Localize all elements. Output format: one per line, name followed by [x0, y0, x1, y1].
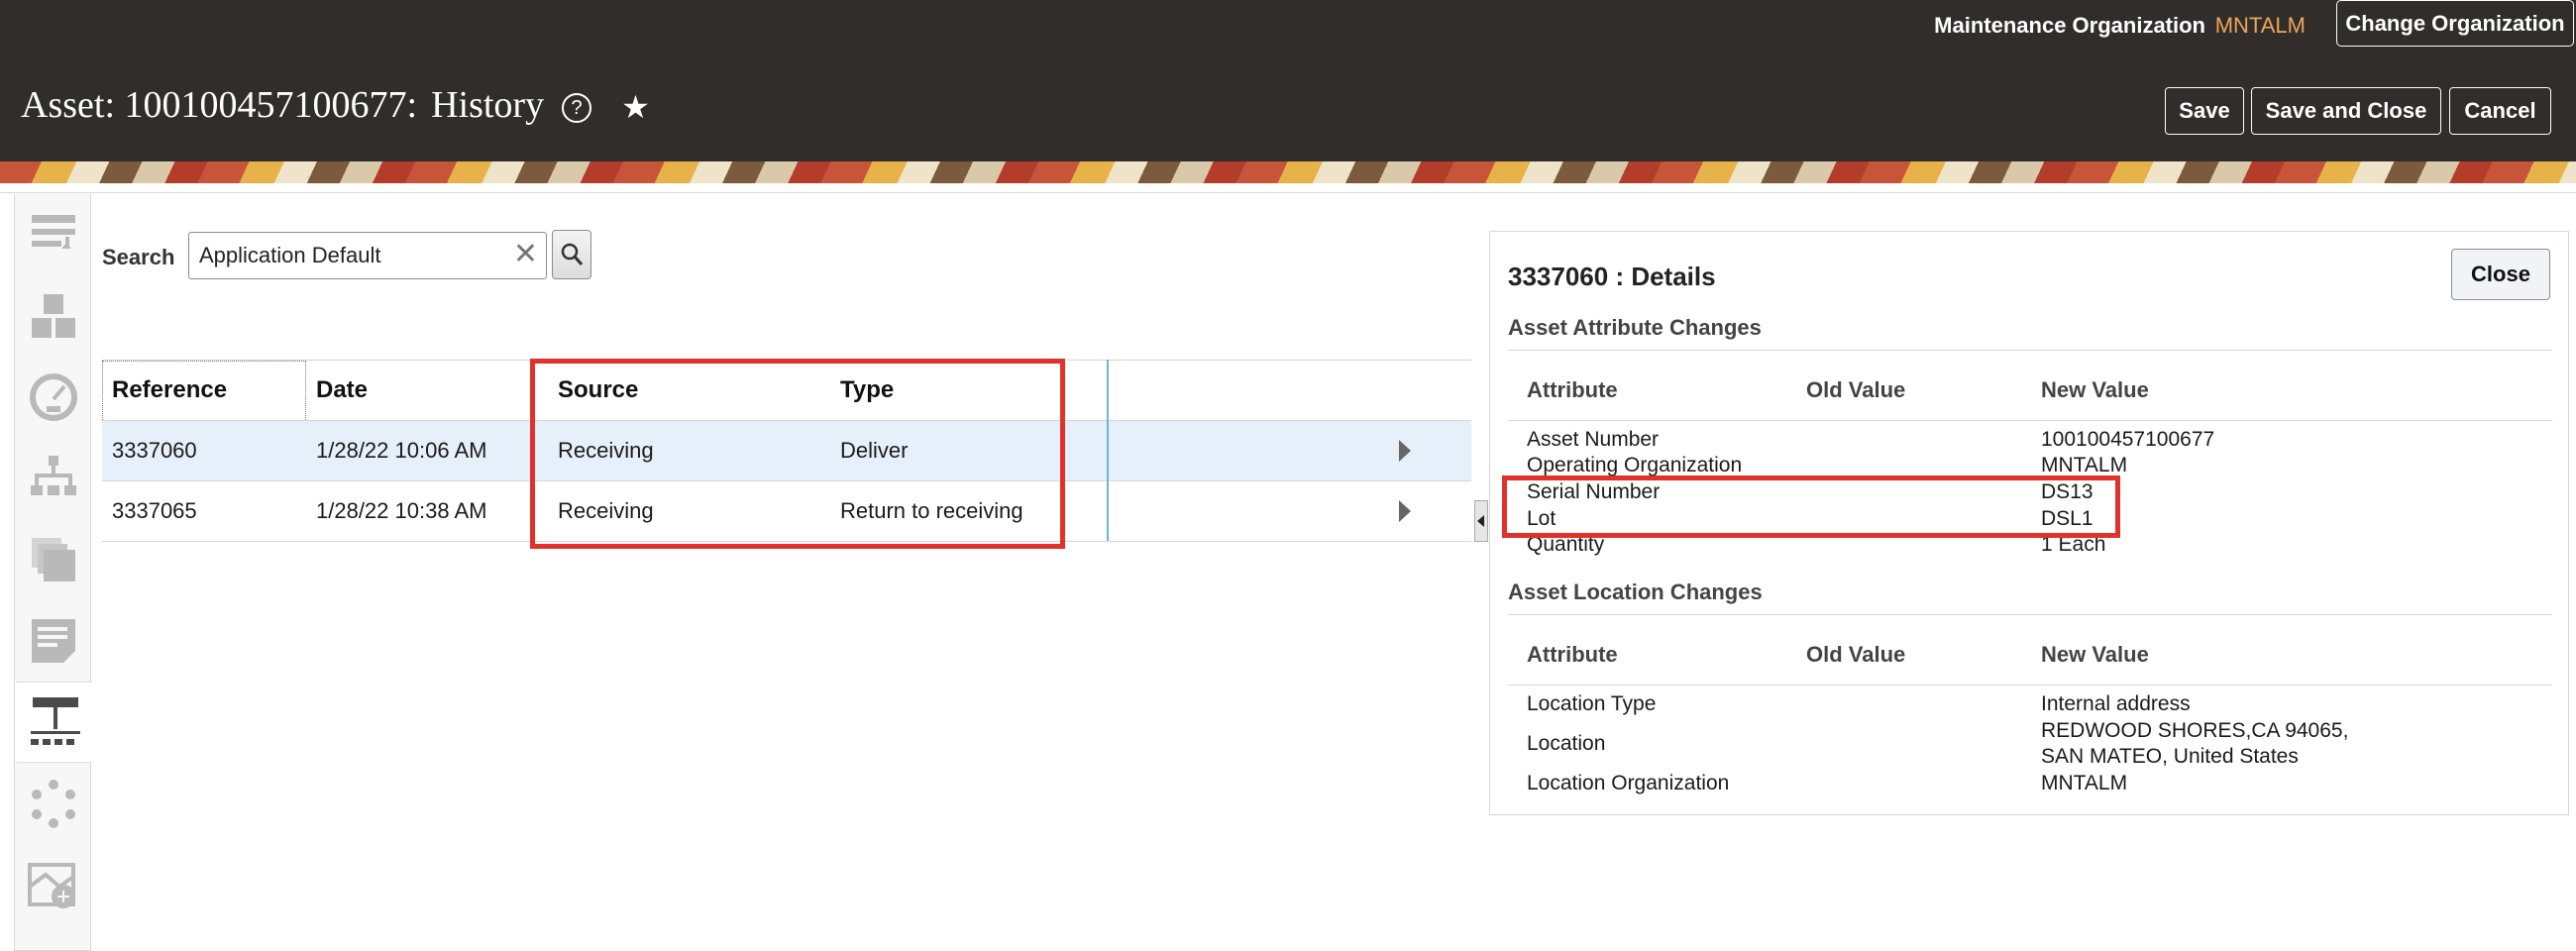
search-label: Search: [102, 245, 175, 269]
details-title: 3337060 : Details: [1508, 262, 1716, 291]
banner-divider: [0, 192, 2576, 193]
favorite-star-icon[interactable]: ★: [621, 88, 650, 126]
rail-item-structure[interactable]: [15, 275, 92, 357]
attr-location: Location: [1527, 732, 1606, 755]
table-header: Reference Date Source Type: [102, 360, 1471, 422]
app-header: Maintenance Organization MNTALM Change O…: [0, 0, 2576, 161]
col-header-attribute: Attribute: [1527, 642, 1618, 667]
page-title-history: History: [431, 84, 545, 126]
new-serial-number: DS13: [2041, 480, 2093, 503]
cell-source: Receiving: [558, 498, 654, 523]
maintenance-cycle-icon: [32, 780, 75, 828]
page-title-asset: Asset: 100100457100677:: [21, 84, 418, 126]
attr-quantity: Quantity: [1527, 533, 1605, 556]
expand-arrow-icon[interactable]: [1390, 481, 1420, 541]
new-location-line1: REDWOOD SHORES,CA 94065,: [2041, 719, 2349, 742]
attr-asset-number: Asset Number: [1527, 428, 1660, 451]
cell-date: 1/28/22 10:06 AM: [316, 438, 487, 463]
expand-arrow-icon[interactable]: [1390, 421, 1420, 480]
section-divider: [1508, 614, 2552, 615]
cell-type: Deliver: [840, 438, 909, 463]
new-location-type: Internal address: [2041, 692, 2191, 715]
new-asset-number: 100100457100677: [2041, 428, 2215, 451]
cell-reference: 3337060: [112, 438, 197, 463]
new-location-org: MNTALM: [2041, 772, 2128, 794]
clear-icon[interactable]: ✕: [513, 240, 538, 269]
meters-icon: [30, 373, 77, 421]
col-header-old-value: Old Value: [1806, 642, 1906, 667]
rail-item-map[interactable]: [15, 844, 92, 925]
map-icon: [28, 863, 75, 908]
attr-operating-org: Operating Organization: [1527, 454, 1743, 476]
rail-item-history[interactable]: [15, 682, 92, 763]
col-header-new-value: New Value: [2041, 377, 2149, 402]
rail-item-documents[interactable]: [15, 519, 92, 600]
history-table: Reference Date Source Type 3337060 1/28/…: [102, 360, 1471, 542]
page-title: Asset: 100100457100677: History ? ★: [21, 83, 650, 127]
asset-structure-icon: [32, 294, 75, 338]
header-divider: [1508, 685, 2552, 686]
column-header-type[interactable]: Type: [840, 361, 894, 420]
side-rail: [14, 194, 92, 951]
attr-serial-number: Serial Number: [1527, 480, 1661, 503]
search-field[interactable]: ✕: [188, 232, 547, 279]
attribute-changes-title: Asset Attribute Changes: [1508, 315, 1762, 340]
new-operating-org: MNTALM: [2041, 454, 2128, 476]
column-header-source[interactable]: Source: [558, 361, 638, 420]
col-header-new-value: New Value: [2041, 642, 2149, 667]
column-header-date[interactable]: Date: [316, 361, 368, 420]
close-button[interactable]: Close: [2451, 249, 2550, 300]
decorative-banner: [0, 161, 2576, 183]
table-row[interactable]: 3337065 1/28/22 10:38 AM Receiving Retur…: [102, 481, 1471, 542]
col-header-old-value: Old Value: [1806, 377, 1906, 402]
save-button[interactable]: Save: [2165, 87, 2244, 135]
collapse-left-icon: [1477, 515, 1484, 527]
cell-type: Return to receiving: [840, 498, 1023, 523]
cell-source: Receiving: [558, 438, 654, 463]
location-changes-title: Asset Location Changes: [1508, 580, 1763, 604]
attr-lot: Lot: [1527, 507, 1556, 530]
history-icon: [30, 697, 80, 745]
transactions-icon: [32, 215, 75, 249]
maintenance-org-label: Maintenance Organization: [1934, 13, 2205, 38]
table-row[interactable]: 3337060 1/28/22 10:06 AM Receiving Deliv…: [102, 421, 1471, 481]
attr-location-type: Location Type: [1527, 692, 1657, 715]
save-and-close-button[interactable]: Save and Close: [2251, 87, 2441, 135]
search-input[interactable]: [189, 243, 486, 268]
cancel-button[interactable]: Cancel: [2449, 87, 2551, 135]
change-organization-button[interactable]: Change Organization: [2336, 0, 2574, 47]
search-button[interactable]: [552, 230, 591, 279]
collapse-panel-handle[interactable]: [1474, 500, 1488, 542]
rail-item-hierarchy[interactable]: [15, 438, 92, 519]
hierarchy-icon: [31, 456, 76, 495]
notes-icon: [32, 619, 75, 663]
documents-icon: [32, 538, 75, 581]
column-resize-line: [1107, 360, 1109, 541]
section-divider: [1508, 350, 2552, 351]
rail-item-cycle[interactable]: [15, 763, 92, 844]
cell-reference: 3337065: [112, 498, 197, 523]
details-panel: 3337060 : Details Close Asset Attribute …: [1489, 231, 2569, 815]
attr-location-org: Location Organization: [1527, 772, 1730, 794]
rail-item-transactions[interactable]: [15, 194, 92, 275]
new-lot: DSL1: [2041, 507, 2093, 530]
cell-date: 1/28/22 10:38 AM: [316, 498, 487, 523]
col-header-attribute: Attribute: [1527, 377, 1618, 402]
rail-item-notes[interactable]: [15, 600, 92, 682]
search-icon: [561, 243, 584, 265]
header-divider: [1508, 420, 2552, 421]
maintenance-org-value: MNTALM: [2214, 13, 2306, 38]
help-icon[interactable]: ?: [562, 93, 592, 123]
rail-item-meters[interactable]: [15, 357, 92, 438]
new-location-line2: SAN MATEO, United States: [2041, 745, 2299, 768]
column-header-reference[interactable]: Reference: [112, 361, 227, 420]
new-quantity: 1 Each: [2041, 533, 2106, 556]
